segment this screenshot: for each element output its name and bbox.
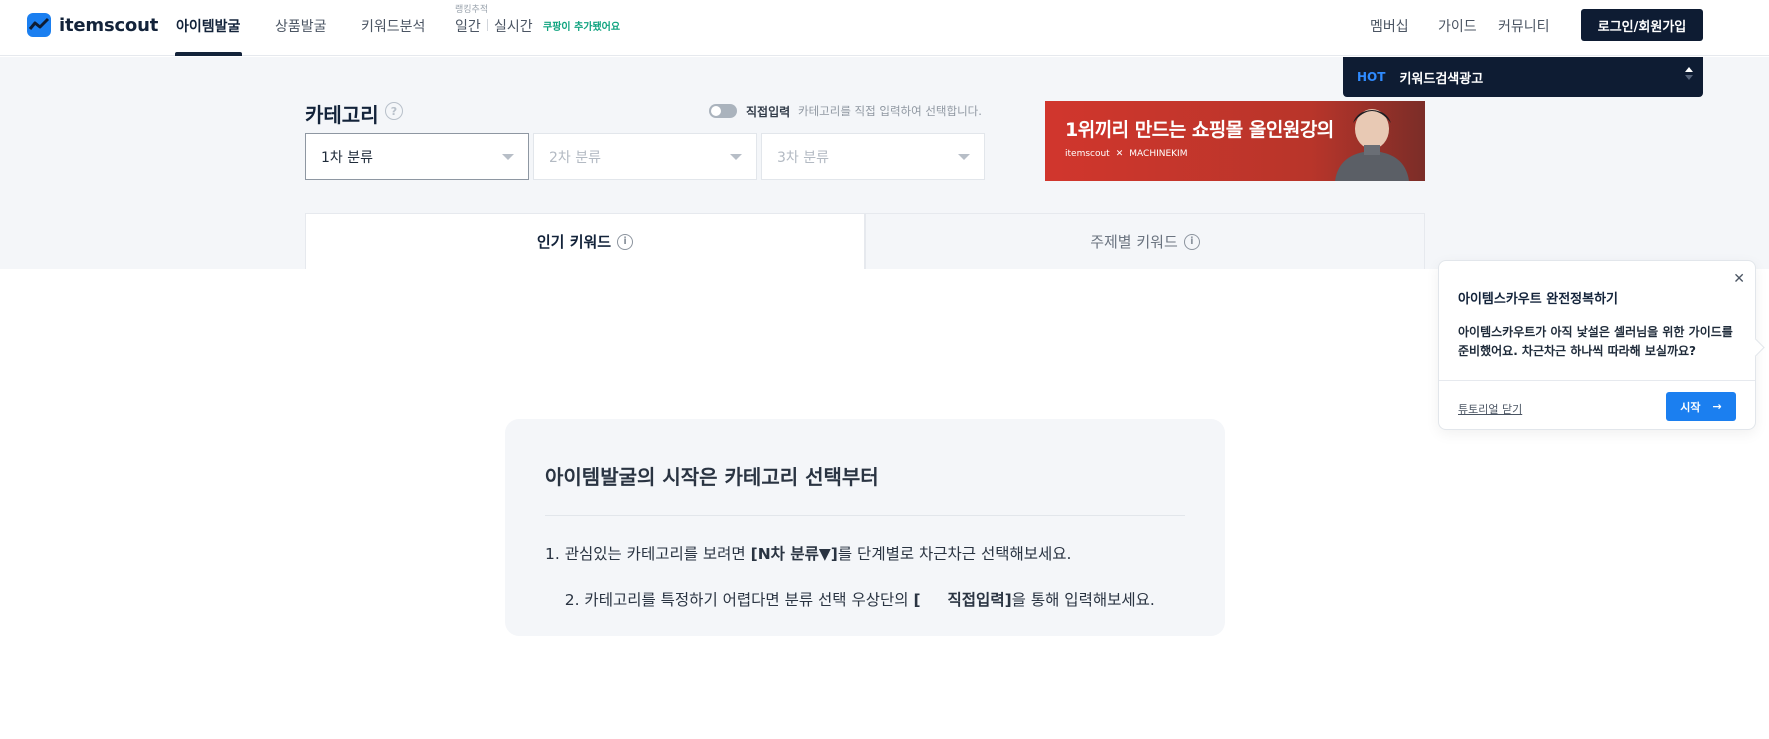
tutorial-close-link[interactable]: 튜토리얼 닫기 [1458, 401, 1522, 417]
banner-brand-machinekim: MACHINEKIM [1129, 149, 1188, 159]
select-2-label: 2차 분류 [549, 149, 601, 166]
tutorial-popup: ✕ 아이템스카우트 완전정복하기 아이템스카우트가 아직 낯설은 셀러님을 위한… [1438, 260, 1756, 430]
hot-text[interactable]: 키워드검색광고 [1399, 68, 1483, 87]
close-icon[interactable]: ✕ [1733, 271, 1745, 287]
nav-keyword-analysis[interactable]: 키워드분석 [361, 16, 425, 36]
arrow-up-icon[interactable] [1685, 67, 1693, 72]
itemscout-logo-icon [27, 13, 51, 37]
hot-keyword-bar[interactable]: HOT 키워드검색광고 [1343, 57, 1703, 97]
logo-text: itemscout [59, 14, 159, 36]
guide-step-1: 1. 관심있는 카테고리를 보려면 [N차 분류▼]를 단계별로 차근차근 선택… [545, 542, 1071, 564]
tab-popular-label: 인기 키워드 [536, 233, 612, 251]
direct-input-label: 직접입력 [746, 105, 791, 119]
nav-rank-daily[interactable]: 일간 [455, 16, 481, 36]
person-photo-icon [1335, 109, 1409, 181]
tutorial-start-button[interactable]: 시작 → [1666, 392, 1736, 421]
hot-scroll-arrows[interactable] [1685, 67, 1693, 80]
keyword-tabs: 인기 키워드 i 주제별 키워드 i [305, 213, 1425, 269]
tab-popular-keywords[interactable]: 인기 키워드 i [305, 213, 865, 269]
guide-step-2-post: 을 통해 입력해보세요. [1011, 591, 1155, 609]
category-select-2[interactable]: 2차 분류 [533, 133, 757, 180]
select-1-label: 1차 분류 [321, 149, 373, 166]
chevron-down-icon [502, 154, 514, 160]
divider [545, 515, 1185, 516]
coupang-badge: 쿠팡이 추가됐어요 [543, 22, 621, 33]
hot-tag: HOT [1357, 70, 1386, 84]
guide-step-2: 2. 카테고리를 특정하기 어렵다면 분류 선택 우상단의 [ 직접입력]을 통… [545, 570, 1155, 628]
nav-community[interactable]: 커뮤니티 [1498, 16, 1550, 36]
direct-input-toggle[interactable] [709, 104, 737, 118]
guide-step-2-bold: [ 직접입력] [913, 591, 1012, 609]
login-signup-button[interactable]: 로그인/회원가입 [1581, 9, 1703, 41]
tutorial-body: 아이템스카우트가 아직 낯설은 셀러님을 위한 가이드를 준비했어요. 차근차근… [1458, 325, 1733, 358]
nav-item-discovery[interactable]: 아이템발굴 [176, 16, 240, 36]
tab-thematic-label: 주제별 키워드 [1090, 233, 1178, 251]
guide-title: 아이템발굴의 시작은 카테고리 선택부터 [545, 465, 879, 489]
category-title: 카테고리 [305, 103, 379, 127]
category-select-1[interactable]: 1차 분류 [305, 133, 529, 180]
nav-rank-realtime[interactable]: 실시간 [494, 16, 533, 36]
select-3-label: 3차 분류 [777, 149, 829, 166]
arrow-down-icon[interactable] [1685, 75, 1693, 80]
arrow-right-icon: → [1712, 400, 1722, 413]
help-icon[interactable]: ? [385, 102, 403, 120]
info-icon[interactable]: i [1183, 233, 1200, 250]
tutorial-title: 아이템스카우트 완전정복하기 [1458, 292, 1619, 307]
direct-input-description: 카테고리를 직접 입력하여 선택합니다. [798, 104, 982, 118]
chevron-down-icon [730, 154, 742, 160]
nav-divider [487, 19, 488, 31]
banner-title: 1위끼리 만드는 쇼핑몰 올인원강의 [1065, 119, 1334, 141]
chevron-down-icon [958, 154, 970, 160]
nav-product-discovery[interactable]: 상품발굴 [275, 16, 327, 36]
banner-brand-itemscout: itemscout [1065, 149, 1110, 159]
logo[interactable]: itemscout [27, 13, 158, 37]
ad-banner[interactable]: 1위끼리 만드는 쇼핑몰 올인원강의 itemscout ✕ MACHINEKI… [1045, 101, 1425, 181]
start-label: 시작 [1680, 400, 1701, 414]
guide-box: 아이템발굴의 시작은 카테고리 선택부터 1. 관심있는 카테고리를 보려면 [… [505, 419, 1225, 636]
guide-step-1-pre: 1. 관심있는 카테고리를 보려면 [545, 545, 751, 563]
info-icon[interactable]: i [617, 233, 634, 250]
nav-guide[interactable]: 가이드 [1438, 16, 1477, 36]
divider [1439, 380, 1755, 381]
rank-tracking-label: 랭킹추적 [455, 5, 489, 15]
top-header: itemscout 아이템발굴 상품발굴 키워드분석 랭킹추적 일간 실시간 쿠… [0, 0, 1769, 56]
guide-step-1-post: 를 단계별로 차근차근 선택해보세요. [837, 545, 1072, 563]
category-select-3[interactable]: 3차 분류 [761, 133, 985, 180]
tab-thematic-keywords[interactable]: 주제별 키워드 i [865, 213, 1425, 269]
banner-brands: itemscout ✕ MACHINEKIM [1065, 149, 1187, 159]
guide-step-1-bold: [N차 분류▼] [750, 545, 838, 563]
cross-icon: ✕ [1115, 149, 1124, 159]
nav-membership[interactable]: 멤버십 [1370, 16, 1409, 36]
guide-step-2-pre: 2. 카테고리를 특정하기 어렵다면 분류 선택 우상단의 [564, 591, 914, 609]
active-nav-indicator [175, 52, 242, 56]
